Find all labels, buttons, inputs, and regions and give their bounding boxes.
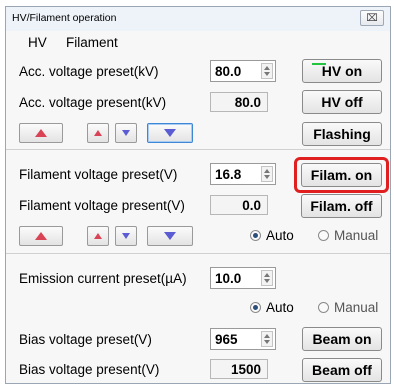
flashing-label: Flashing (313, 126, 371, 142)
filament-voltage-preset-input[interactable]: 16.8 (210, 163, 276, 185)
flashing-button[interactable]: Flashing (302, 122, 382, 146)
bias-voltage-present-label: Bias voltage present(V) (19, 362, 160, 377)
emission-manual-label: Manual (334, 300, 379, 315)
spinner-arrows-icon[interactable] (261, 166, 273, 182)
emission-manual-radio[interactable] (318, 302, 329, 313)
filament-voltage-present-label: Filament voltage present(V) (19, 198, 185, 213)
filament-increase-small-button[interactable] (87, 226, 109, 246)
highlight-box (294, 157, 389, 193)
menu-filament[interactable]: Filament (66, 35, 118, 50)
arrow-up-large-icon (35, 232, 47, 240)
hv-on-label: HV on (321, 63, 363, 79)
filament-increase-large-button[interactable] (19, 226, 63, 246)
filament-voltage-preset-value: 16.8 (215, 167, 242, 182)
spinner-arrows-icon[interactable] (261, 63, 273, 79)
beam-on-button[interactable]: Beam on (302, 327, 382, 351)
beam-off-button[interactable]: Beam off (302, 358, 382, 382)
acc-voltage-preset-value: 80.0 (215, 64, 242, 79)
beam-off-label: Beam off (312, 362, 372, 378)
window-title: HV/Filament operation (12, 12, 117, 24)
filament-auto-label: Auto (266, 228, 294, 243)
emission-mode-radio-group: Auto Manual (250, 299, 390, 317)
section-divider (6, 149, 390, 150)
beam-on-label: Beam on (312, 331, 372, 347)
menu-hv[interactable]: HV (28, 35, 47, 50)
arrow-down-small-icon (122, 233, 130, 239)
filament-auto-radio[interactable] (250, 230, 261, 241)
acc-increase-small-button[interactable] (87, 123, 109, 143)
acc-voltage-preset-label: Acc. voltage preset(kV) (19, 64, 159, 79)
close-button[interactable]: ⌧ (360, 10, 384, 26)
spinner-arrows-icon[interactable] (261, 270, 273, 286)
arrow-up-small-icon (94, 233, 102, 239)
arrow-up-large-icon (35, 129, 47, 137)
arrow-down-large-icon (164, 129, 176, 137)
emission-current-preset-label: Emission current preset(µA) (19, 271, 187, 286)
filament-off-button[interactable]: Filam. off (301, 194, 382, 218)
arrow-down-small-icon (122, 130, 130, 136)
bias-voltage-preset-value: 965 (215, 332, 238, 347)
acc-increase-large-button[interactable] (19, 123, 63, 143)
filament-voltage-preset-label: Filament voltage preset(V) (19, 167, 178, 182)
arrow-up-small-icon (94, 130, 102, 136)
emission-auto-label: Auto (266, 300, 294, 315)
acc-voltage-present-readout: 80.0 (210, 92, 268, 112)
filament-off-label: Filam. off (310, 198, 373, 214)
acc-decrease-large-button[interactable] (147, 123, 193, 143)
acc-decrease-small-button[interactable] (115, 123, 137, 143)
filament-mode-radio-group: Auto Manual (250, 227, 390, 245)
close-icon: ⌧ (366, 12, 378, 24)
filament-decrease-large-button[interactable] (147, 226, 193, 246)
hv-on-indicator (312, 63, 326, 65)
section-divider (6, 253, 390, 254)
hv-on-button[interactable]: HV on (302, 59, 382, 83)
acc-voltage-present-label: Acc. voltage present(kV) (19, 95, 167, 110)
filament-voltage-present-readout: 0.0 (210, 195, 268, 215)
menu-bar: HV Filament (6, 31, 390, 53)
spinner-arrows-icon[interactable] (261, 331, 273, 347)
bias-voltage-preset-input[interactable]: 965 (210, 328, 276, 350)
title-bar: HV/Filament operation ⌧ (6, 7, 390, 32)
emission-auto-radio[interactable] (250, 302, 261, 313)
filament-decrease-small-button[interactable] (115, 226, 137, 246)
hv-filament-window: HV/Filament operation ⌧ HV Filament Acc.… (5, 6, 391, 384)
bias-voltage-present-readout: 1500 (210, 359, 268, 379)
bias-voltage-preset-label: Bias voltage preset(V) (19, 332, 152, 347)
arrow-down-large-icon (164, 232, 176, 240)
hv-off-label: HV off (321, 94, 363, 110)
filament-manual-label: Manual (334, 228, 379, 243)
emission-current-preset-input[interactable]: 10.0 (210, 267, 276, 289)
filament-manual-radio[interactable] (318, 230, 329, 241)
hv-off-button[interactable]: HV off (302, 90, 382, 114)
emission-current-preset-value: 10.0 (215, 271, 242, 286)
acc-voltage-preset-input[interactable]: 80.0 (210, 60, 276, 82)
